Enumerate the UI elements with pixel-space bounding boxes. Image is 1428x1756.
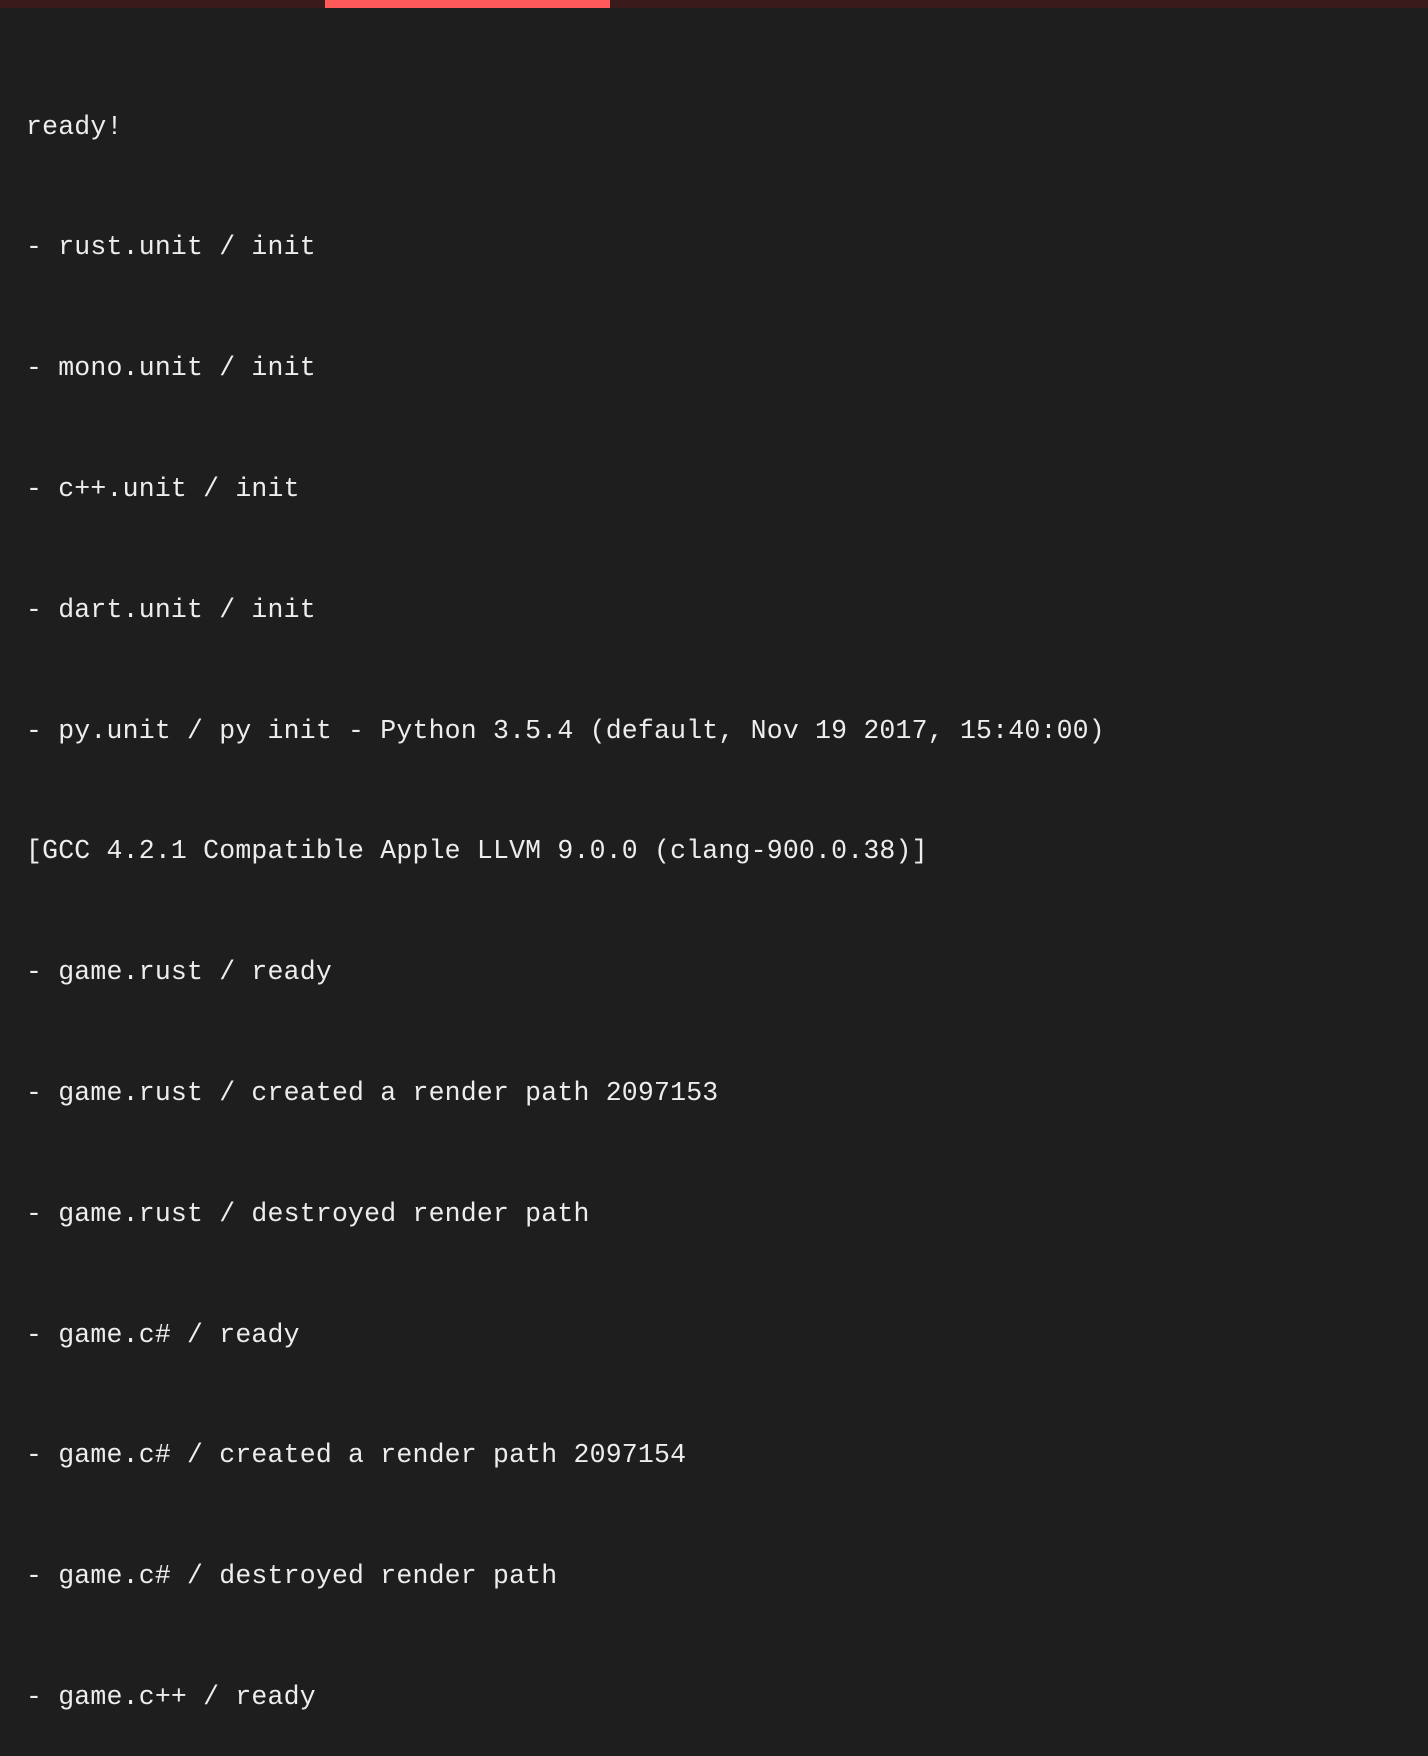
log-line: - game.c# / ready [26,1315,1402,1355]
log-line: [GCC 4.2.1 Compatible Apple LLVM 9.0.0 (… [26,831,1402,871]
title-bar [0,0,1428,8]
log-line: - game.rust / destroyed render path [26,1194,1402,1234]
log-line: ready! [26,107,1402,147]
log-line: - c++.unit / init [26,469,1402,509]
log-line: - game.rust / created a render path 2097… [26,1073,1402,1113]
console-output[interactable]: ready! - rust.unit / init - mono.unit / … [0,8,1428,1756]
log-line: - game.c# / created a render path 209715… [26,1435,1402,1475]
log-line: - game.rust / ready [26,952,1402,992]
tab-accent [325,0,610,8]
log-line: - dart.unit / init [26,590,1402,630]
log-line: - game.c# / destroyed render path [26,1556,1402,1596]
log-line: - rust.unit / init [26,227,1402,267]
log-line: - game.c++ / ready [26,1677,1402,1717]
log-line: - py.unit / py init - Python 3.5.4 (defa… [26,711,1402,751]
log-line: - mono.unit / init [26,348,1402,388]
